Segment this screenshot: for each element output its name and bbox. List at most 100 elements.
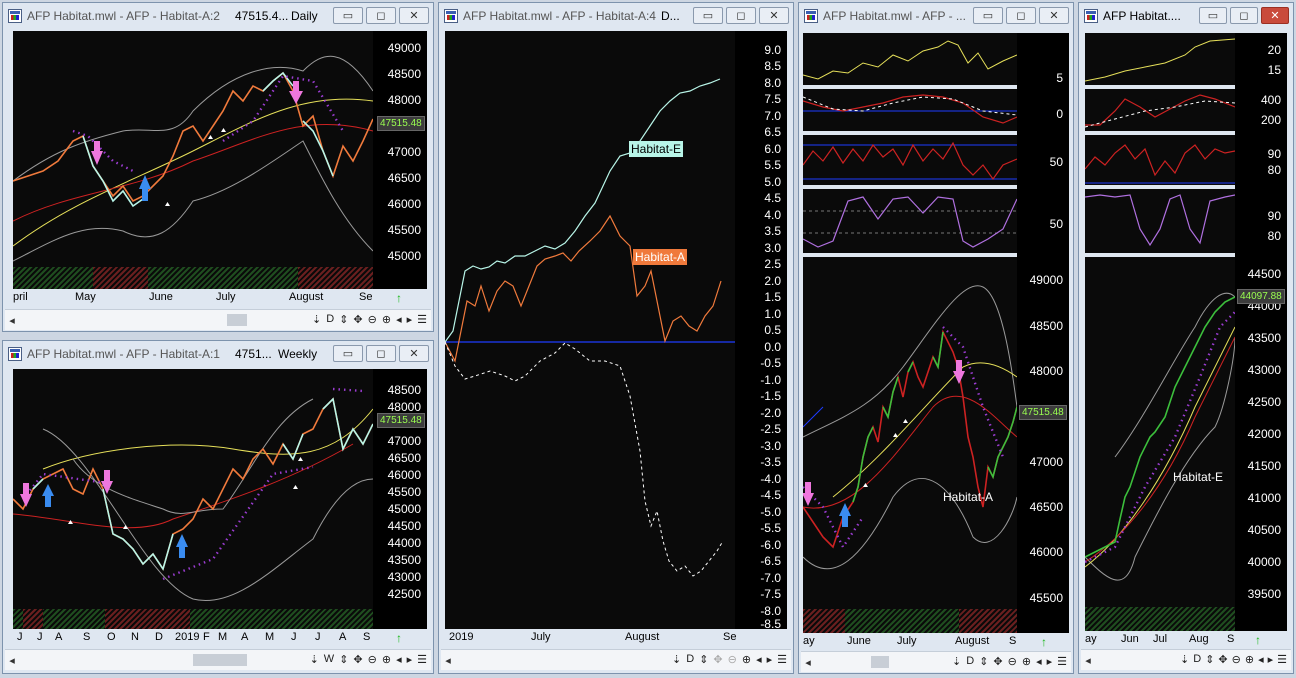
chart-window-weekly[interactable]: AFP Habitat.mwl - AFP - Habitat-A:1 4751… [2,340,434,674]
menu-icon[interactable]: ☰ [417,653,427,666]
period-icon[interactable]: D [966,655,974,668]
up-arrow-icon[interactable]: ↑ [1041,635,1047,649]
scroll-thumb[interactable] [871,656,889,668]
date-axis[interactable]: 2019 July August Se [445,629,787,647]
indicator-panel-4[interactable] [1085,189,1235,253]
close-button[interactable]: ✕ [1039,7,1069,24]
indicator-panel-1[interactable] [1085,33,1235,85]
next-icon[interactable]: ▸ [767,653,773,666]
scrollbar[interactable]: ◂ ⇣ W ⇕ ✥ ⊖ ⊕ ◂ ▸ ☰ [5,649,431,670]
title-bar[interactable]: AFP Habitat.mwl - AFP - Habitat-A:4 D...… [439,3,793,29]
scroll-left-icon[interactable]: ◂ [1081,654,1095,667]
prev-icon[interactable]: ◂ [1036,655,1042,668]
maximize-button[interactable]: ◻ [366,7,396,24]
sync-icon[interactable]: ⇣ [310,653,319,666]
next-icon[interactable]: ▸ [1047,655,1053,668]
scroll-left-icon[interactable]: ◂ [441,654,455,667]
maximize-button[interactable]: ◻ [366,345,396,362]
vertical-scale-icon[interactable]: ⇕ [979,655,988,668]
title-bar[interactable]: AFP Habitat.mwl - AFP - Habitat-A:2 4751… [3,3,433,29]
zoom-in-icon[interactable]: ⊕ [1022,655,1031,668]
price-axis[interactable]: 49000 48500 48000 47500 47000 46500 4600… [373,31,427,289]
maximize-button[interactable]: ◻ [1006,7,1036,24]
vertical-scale-icon[interactable]: ⇕ [1205,653,1214,666]
price-axis[interactable]: 20 15 400 200 90 80 90 80 44500 44000 43… [1235,33,1287,631]
zoom-in-icon[interactable]: ⊕ [742,653,751,666]
indicator-panel-2[interactable] [1085,89,1235,131]
sync-icon[interactable]: ⇣ [672,653,681,666]
maximize-button[interactable]: ◻ [1230,7,1258,24]
sync-icon[interactable]: ⇣ [952,655,961,668]
price-chart-area[interactable]: Habitat-E [1085,257,1235,607]
next-icon[interactable]: ▸ [407,313,413,326]
scrollbar[interactable]: ◂ ⇣ D ⇕ ✥ ⊖ ⊕ ◂ ▸ ☰ [801,651,1071,672]
vertical-scale-icon[interactable]: ⇕ [339,313,348,326]
up-arrow-icon[interactable]: ↑ [396,291,402,305]
prev-icon[interactable]: ◂ [396,653,402,666]
menu-icon[interactable]: ☰ [417,313,427,326]
up-arrow-icon[interactable]: ↑ [1255,633,1261,647]
up-arrow-icon[interactable]: ↑ [396,631,402,645]
title-bar[interactable]: AFP Habitat.... ▭ ◻ ✕ [1079,3,1293,29]
zoom-in-icon[interactable]: ⊕ [1245,653,1254,666]
indicator-panel-3[interactable] [803,135,1017,185]
close-button[interactable]: ✕ [399,7,429,24]
comparison-chart-area[interactable]: Habitat-E Habitat-A [445,31,735,629]
price-axis[interactable]: 48500 48000 47500 47000 46500 46000 4550… [373,369,427,629]
zoom-out-icon[interactable]: ⊖ [728,653,737,666]
title-bar[interactable]: AFP Habitat.mwl - AFP - Habitat-A:1 4751… [3,341,433,367]
close-button[interactable]: ✕ [399,345,429,362]
price-axis[interactable]: 5 0 50 50 49000 48500 48000 47500 47000 … [1017,33,1069,633]
scrollbar[interactable]: ◂ ⇣ D ⇕ ✥ ⊖ ⊕ ◂ ▸ ☰ [5,309,431,330]
indicator-panel-2[interactable] [803,89,1017,131]
close-button[interactable]: ✕ [1261,7,1289,24]
pan-icon[interactable]: ✥ [353,653,362,666]
zoom-out-icon[interactable]: ⊖ [1232,653,1241,666]
scroll-thumb[interactable] [193,654,247,666]
chart-window-habitat-e[interactable]: AFP Habitat.... ▭ ◻ ✕ Habitat-E 20 15 40 [1078,2,1294,674]
chart-window-comparison[interactable]: AFP Habitat.mwl - AFP - Habitat-A:4 D...… [438,2,794,674]
period-icon[interactable]: D [326,313,334,326]
minimize-button[interactable]: ▭ [333,7,363,24]
zoom-out-icon[interactable]: ⊖ [1008,655,1017,668]
scroll-left-icon[interactable]: ◂ [5,654,19,667]
pan-icon[interactable]: ✥ [713,653,722,666]
menu-icon[interactable]: ☰ [1057,655,1067,668]
indicator-panel-4[interactable] [803,189,1017,253]
next-icon[interactable]: ▸ [407,653,413,666]
title-bar[interactable]: AFP Habitat.mwl - AFP - ... ▭ ◻ ✕ [799,3,1073,29]
minimize-button[interactable]: ▭ [973,7,1003,24]
sync-icon[interactable]: ⇣ [312,313,321,326]
zoom-out-icon[interactable]: ⊖ [368,313,377,326]
indicator-panel-3[interactable] [1085,135,1235,185]
date-axis[interactable]: J J A S O N D 2019 F M A M J J A S ↑ [13,629,427,647]
scroll-left-icon[interactable]: ◂ [801,656,815,669]
scroll-left-icon[interactable]: ◂ [5,314,19,327]
menu-icon[interactable]: ☰ [777,653,787,666]
minimize-button[interactable]: ▭ [1199,7,1227,24]
scroll-thumb[interactable] [227,314,247,326]
minimize-button[interactable]: ▭ [693,7,723,24]
prev-icon[interactable]: ◂ [1258,653,1264,666]
scrollbar[interactable]: ◂ ⇣ D ⇕ ✥ ⊖ ⊕ ◂ ▸ ☰ [441,649,791,670]
pan-icon[interactable]: ✥ [993,655,1002,668]
pan-icon[interactable]: ✥ [353,313,362,326]
period-icon[interactable]: W [324,653,334,666]
menu-icon[interactable]: ☰ [1277,653,1287,666]
minimize-button[interactable]: ▭ [333,345,363,362]
prev-icon[interactable]: ◂ [396,313,402,326]
date-axis[interactable]: ay Jun Jul Aug S ↑ [1085,631,1287,649]
date-axis[interactable]: pril May June July August Se ↑ [13,289,427,307]
prev-icon[interactable]: ◂ [756,653,762,666]
value-axis[interactable]: 9.0 8.5 8.0 7.5 7.0 6.5 6.0 5.5 5.0 4.5 … [735,31,787,631]
chart-window-habitat-a[interactable]: AFP Habitat.mwl - AFP - ... ▭ ◻ ✕ Habita… [798,2,1074,674]
pan-icon[interactable]: ✥ [1218,653,1227,666]
maximize-button[interactable]: ◻ [726,7,756,24]
date-axis[interactable]: ay June July August S ↑ [803,633,1069,651]
chart-window-daily[interactable]: AFP Habitat.mwl - AFP - Habitat-A:2 4751… [2,2,434,332]
sync-icon[interactable]: ⇣ [1180,653,1189,666]
next-icon[interactable]: ▸ [1268,653,1274,666]
zoom-in-icon[interactable]: ⊕ [382,313,391,326]
zoom-out-icon[interactable]: ⊖ [368,653,377,666]
close-button[interactable]: ✕ [759,7,789,24]
